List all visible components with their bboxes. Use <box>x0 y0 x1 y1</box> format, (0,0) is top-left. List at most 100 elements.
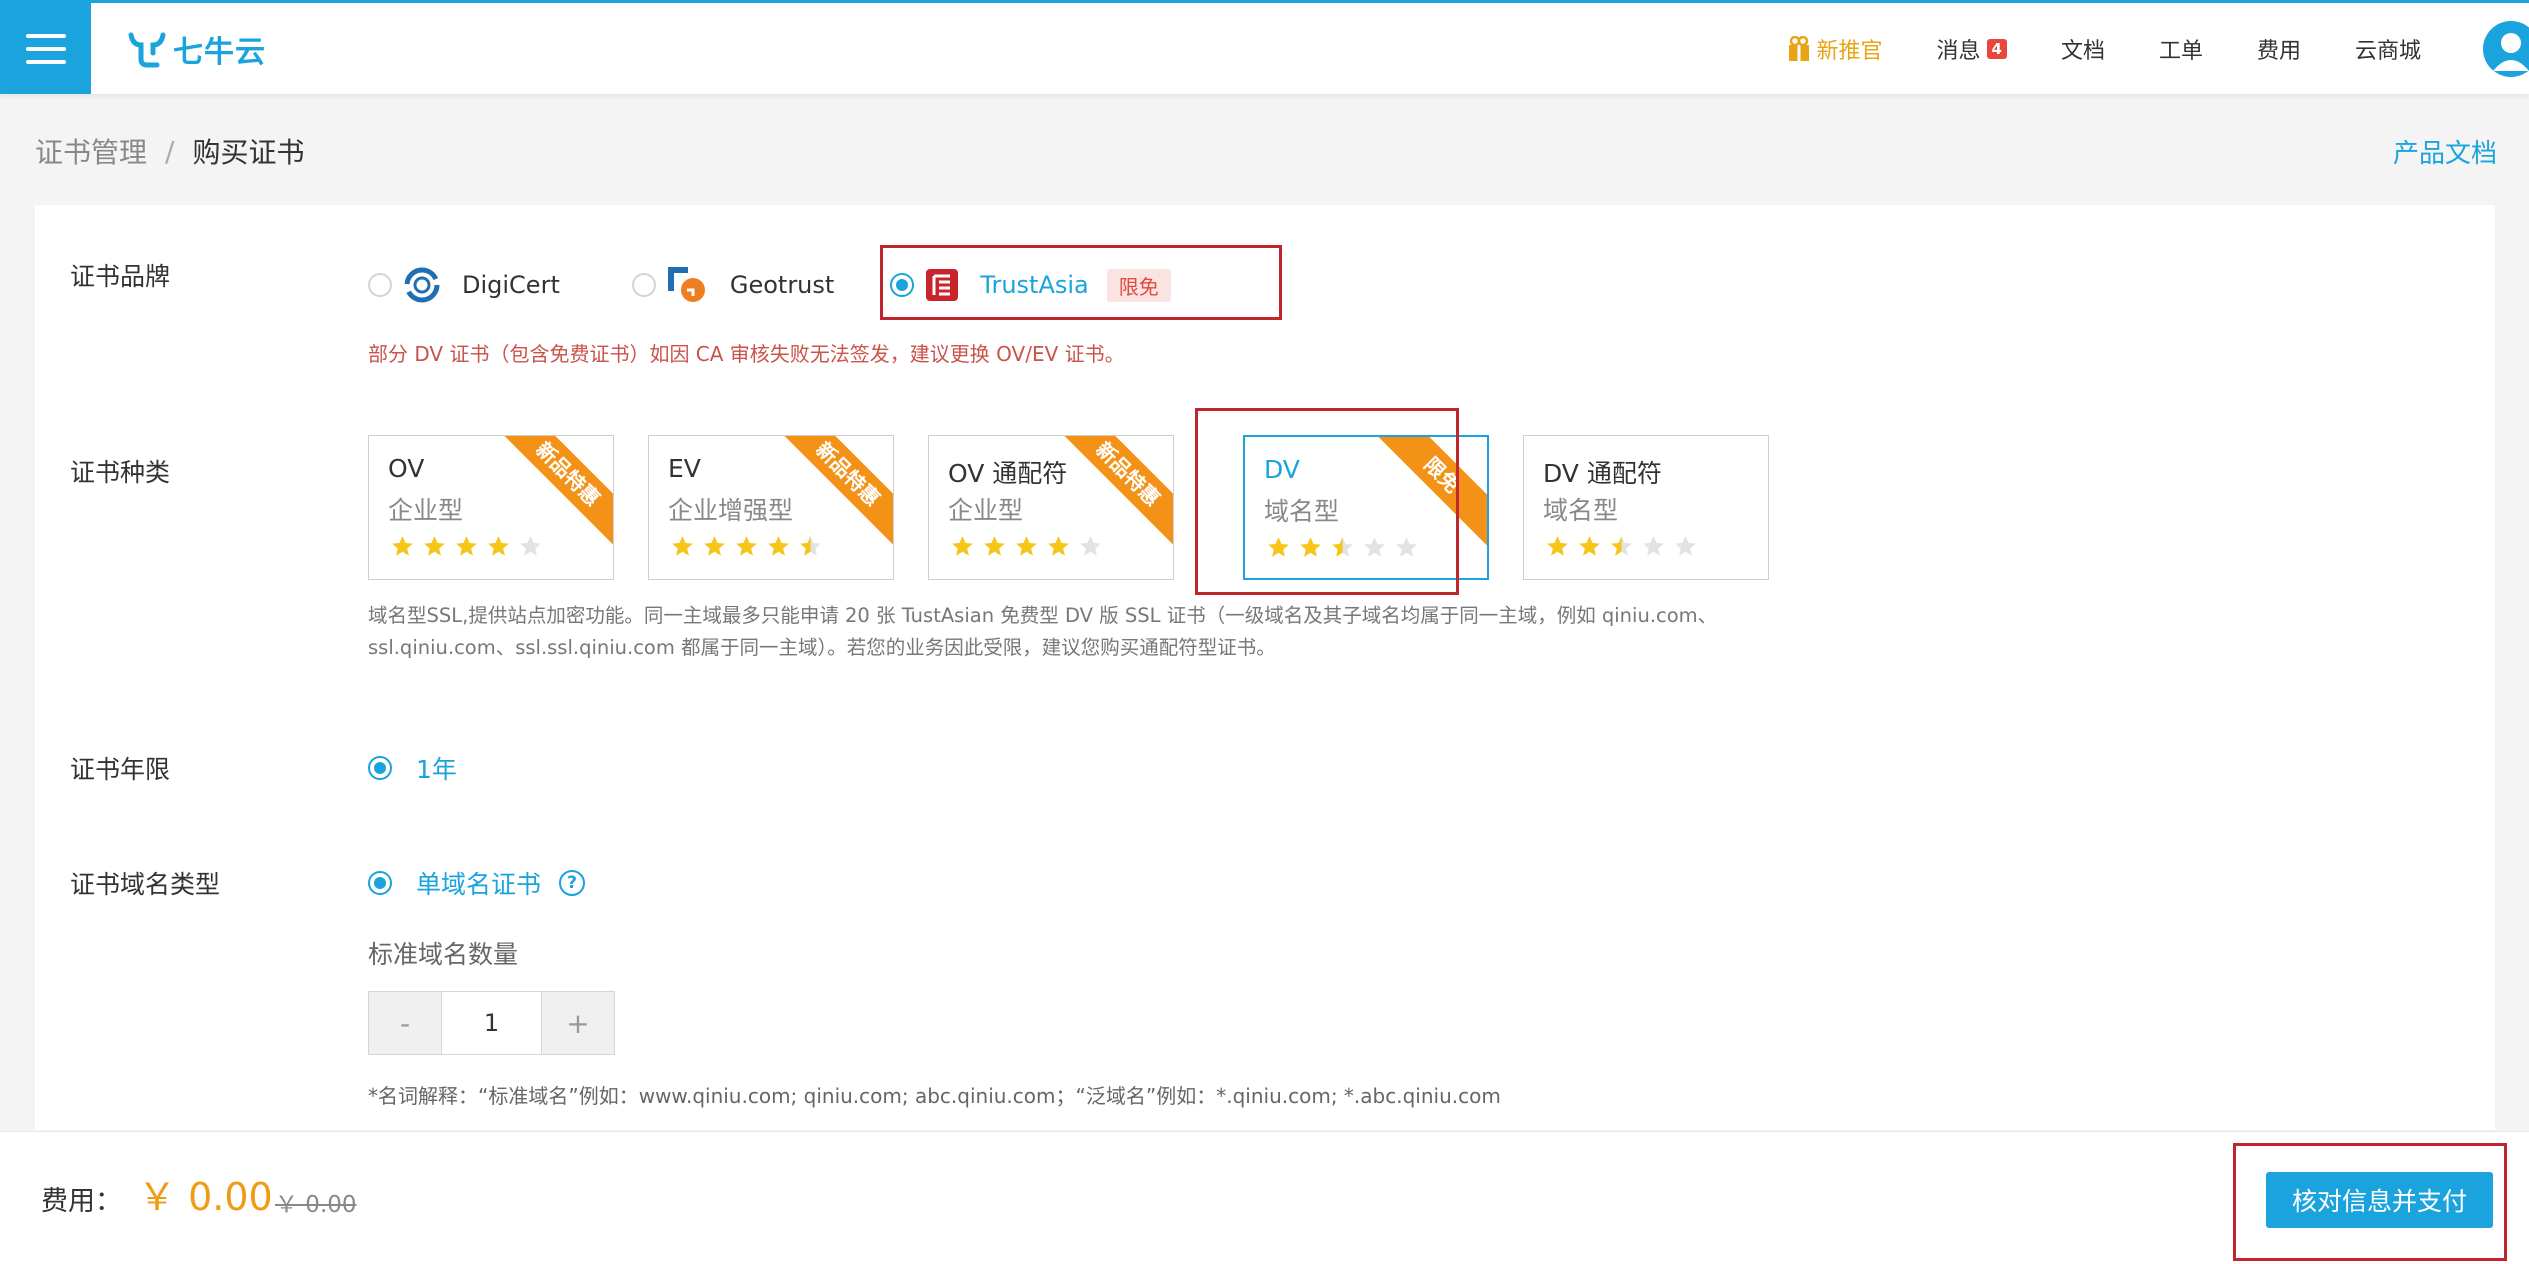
rating-stars <box>1546 535 1697 558</box>
brand-option-digicert[interactable]: DigiCert <box>368 265 560 305</box>
star-full-icon <box>704 536 725 556</box>
nav-messages[interactable]: 消息 4 <box>1936 33 2007 65</box>
checkout-bar: 费用： ￥ 0.00 ￥ 0.00 核对信息并支付 <box>0 1131 2529 1264</box>
geotrust-radio[interactable] <box>631 273 656 297</box>
star-full-icon <box>1547 536 1568 556</box>
star-empty-icon <box>1080 536 1101 556</box>
star-full-icon <box>768 536 789 556</box>
logo[interactable]: 七牛云 <box>127 29 266 70</box>
cert-card-ov-wildcard[interactable]: OV 通配符 企业型 新品特惠 <box>928 435 1174 580</box>
star-empty-icon <box>1643 536 1664 556</box>
star-full-icon <box>1048 536 1069 556</box>
brand-label: 证书品牌 <box>70 262 171 291</box>
breadcrumb: 证书管理 / 购买证书 <box>35 131 304 171</box>
nav-market[interactable]: 云商城 <box>2355 33 2421 65</box>
fee-label: 费用： <box>41 1186 122 1217</box>
digicert-radio[interactable] <box>368 273 392 297</box>
digicert-logo-icon <box>404 267 440 303</box>
top-bar: 七牛云 新推官 消息 4 文档 工单 费用 云商城 <box>0 0 2529 94</box>
star-full-icon <box>952 536 973 556</box>
trustasia-logo-icon <box>926 269 959 301</box>
avatar[interactable] <box>2483 20 2529 77</box>
verify-and-pay-button[interactable]: 核对信息并支付 <box>2266 1172 2493 1228</box>
cert-card-dv[interactable]: DV 域名型 限免 <box>1243 435 1489 580</box>
domain-quantity-stepper: - 1 + <box>368 991 615 1055</box>
qiniu-logo-icon <box>128 32 166 68</box>
geotrust-logo-icon <box>667 267 705 302</box>
type-label: 证书种类 <box>70 458 171 487</box>
domain-type-label: 证书域名类型 <box>70 870 221 899</box>
nav-promo[interactable]: 新推官 <box>1788 33 1882 65</box>
rating-stars <box>1267 536 1418 559</box>
breadcrumb-cert-management[interactable]: 证书管理 <box>35 131 147 171</box>
star-half-icon <box>1332 537 1353 557</box>
card-title: DV 通配符 <box>1543 459 1662 488</box>
card-subtitle: 域名型 <box>1543 496 1619 525</box>
breadcrumb-separator: / <box>165 134 175 168</box>
purchase-form: 证书品牌 DigiCert Geotrust TrustAsia 限免 部分 D… <box>35 205 2495 1130</box>
cert-type-description: 域名型SSL,提供站点加密功能。同一主域最多只能申请 20 张 TustAsia… <box>368 604 1718 659</box>
star-full-icon <box>984 536 1005 556</box>
trustasia-radio[interactable] <box>890 273 915 297</box>
card-subtitle: 企业型 <box>948 496 1024 525</box>
brand-option-geotrust[interactable]: Geotrust <box>631 265 835 305</box>
nav-messages-label: 消息 <box>1936 38 1981 64</box>
star-full-icon <box>1300 537 1321 557</box>
dv-warning: 部分 DV 证书（包含免费证书）如因 CA 审核失败无法签发，建议更换 OV/E… <box>368 342 1125 366</box>
card-ribbon: 新品特惠 <box>1055 436 1173 547</box>
rating-stars <box>951 535 1102 558</box>
star-empty-icon <box>520 536 541 556</box>
user-icon <box>2493 32 2529 71</box>
card-title: OV <box>388 454 425 483</box>
messages-count-badge: 4 <box>1986 38 2007 59</box>
product-docs-link[interactable]: 产品文档 <box>2393 133 2497 170</box>
cert-card-dv-wildcard[interactable]: DV 通配符 域名型 <box>1523 435 1769 580</box>
menu-icon[interactable] <box>0 3 91 94</box>
star-full-icon <box>1016 536 1037 556</box>
nav-billing[interactable]: 费用 <box>2257 33 2301 65</box>
card-title: OV 通配符 <box>948 459 1068 488</box>
cert-card-ev[interactable]: EV 企业增强型 新品特惠 <box>648 435 894 580</box>
year-label: 证书年限 <box>70 755 171 784</box>
brand-options: DigiCert Geotrust TrustAsia 限免 <box>368 250 1171 320</box>
logo-text: 七牛云 <box>173 35 266 70</box>
help-icon[interactable]: ? <box>559 870 586 896</box>
year-option-1[interactable]: 1年 <box>368 750 457 786</box>
rating-stars <box>391 535 542 558</box>
card-ribbon: 新品特惠 <box>495 436 613 547</box>
increment-button[interactable]: + <box>542 992 614 1054</box>
nav-tickets[interactable]: 工单 <box>2159 33 2203 65</box>
year-radio[interactable] <box>368 756 392 780</box>
star-full-icon <box>736 536 757 556</box>
nav-promo-label: 新推官 <box>1816 38 1883 64</box>
card-ribbon: 限免 <box>1369 437 1487 548</box>
quantity-input[interactable]: 1 <box>441 992 542 1054</box>
year-option-label: 1年 <box>416 755 457 784</box>
decrement-button[interactable]: - <box>369 992 441 1054</box>
domain-option-single[interactable]: 单域名证书 ? <box>368 865 586 901</box>
star-full-icon <box>672 536 693 556</box>
star-full-icon <box>456 536 477 556</box>
cert-card-ov[interactable]: OV 企业型 新品特惠 <box>368 435 614 580</box>
card-title: EV <box>668 454 701 483</box>
geotrust-name: Geotrust <box>729 271 835 299</box>
digicert-name: DigiCert <box>462 271 560 299</box>
star-full-icon <box>392 536 413 556</box>
single-domain-radio[interactable] <box>368 871 392 895</box>
card-subtitle: 域名型 <box>1264 497 1340 526</box>
brand-option-trustasia[interactable]: TrustAsia 限免 <box>890 267 1171 303</box>
gift-icon <box>1789 35 1810 61</box>
top-nav: 新推官 消息 4 文档 工单 费用 云商城 <box>1788 3 2529 94</box>
star-full-icon <box>1579 536 1600 556</box>
card-subtitle: 企业型 <box>388 496 464 525</box>
single-domain-label: 单域名证书 <box>416 870 542 899</box>
fee-price: ￥ 0.00 <box>138 1175 273 1219</box>
card-title: DV <box>1264 455 1300 484</box>
nav-docs[interactable]: 文档 <box>2061 33 2105 65</box>
star-half-icon <box>800 536 821 556</box>
star-full-icon <box>1268 537 1289 557</box>
star-empty-icon <box>1396 537 1417 557</box>
domain-quantity-label: 标准域名数量 <box>368 940 519 969</box>
trustasia-name: TrustAsia <box>980 271 1089 299</box>
star-empty-icon <box>1675 536 1696 556</box>
